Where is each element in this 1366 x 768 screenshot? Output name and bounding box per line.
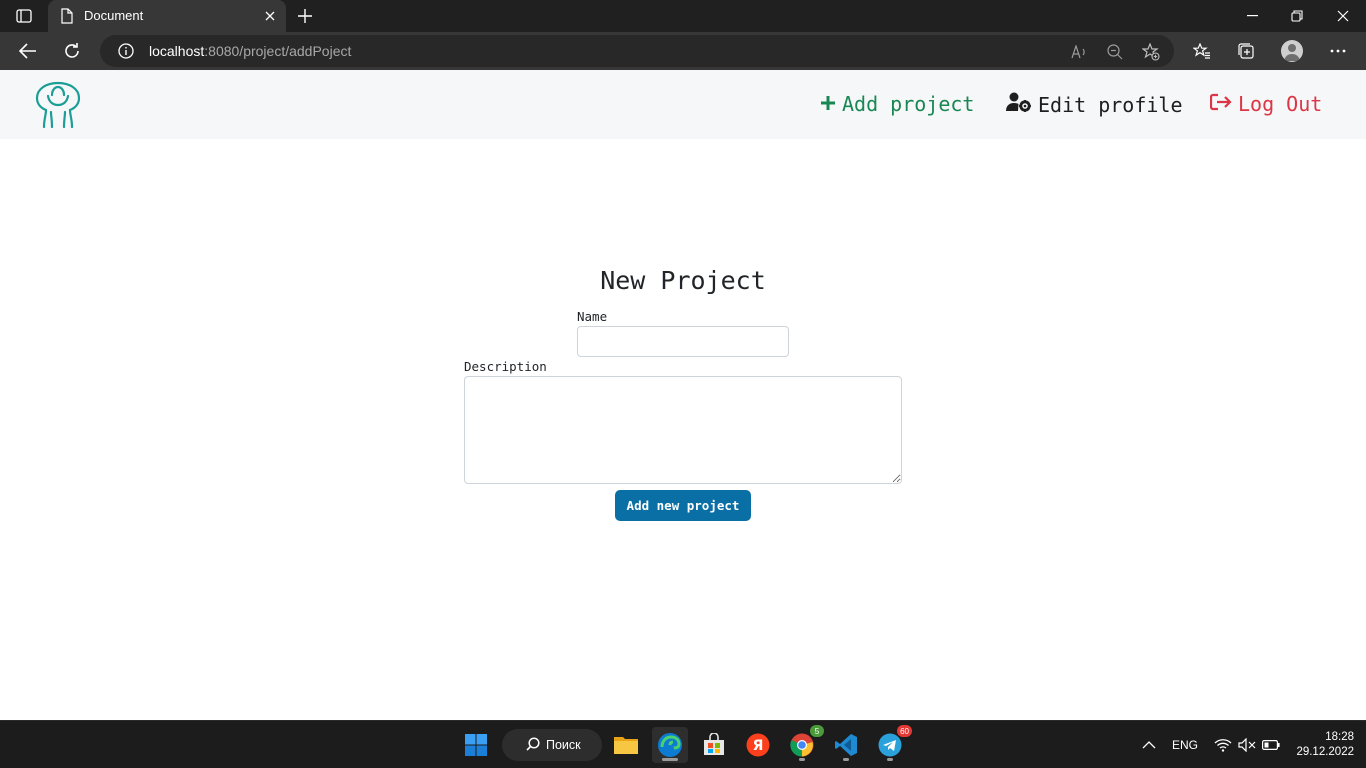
url-text: localhost:8080/project/addPoject xyxy=(149,43,351,59)
sign-out-icon xyxy=(1209,92,1232,116)
site-info-icon[interactable] xyxy=(118,43,134,64)
close-tab-icon[interactable] xyxy=(262,8,278,24)
svg-text:Я: Я xyxy=(753,738,764,754)
search-icon xyxy=(526,736,540,754)
log-out-link[interactable]: Log Out xyxy=(1209,92,1323,116)
chrome-badge: 5 xyxy=(810,725,824,737)
edge-browser-icon[interactable] xyxy=(652,727,688,763)
vscode-icon[interactable] xyxy=(828,727,864,763)
show-hidden-icons-icon[interactable] xyxy=(1142,721,1156,768)
document-icon xyxy=(60,8,74,29)
description-label: Description xyxy=(464,359,547,374)
plus-icon xyxy=(820,92,836,116)
add-project-label: Add project xyxy=(842,92,975,116)
read-aloud-icon[interactable] xyxy=(1070,43,1088,61)
url-path: :8080/project/addPoject xyxy=(204,43,352,59)
edit-profile-link[interactable]: Edit profile xyxy=(1006,92,1183,117)
add-new-project-button[interactable]: Add new project xyxy=(615,490,751,521)
refresh-icon[interactable] xyxy=(58,38,86,64)
taskbar-search[interactable]: Поиск xyxy=(502,729,602,761)
page-viewport: Add project Edit profile Log Out New Pro… xyxy=(0,70,1366,720)
collections-icon[interactable] xyxy=(1232,38,1260,64)
telegram-icon[interactable]: 60 xyxy=(872,725,912,763)
zoom-out-icon[interactable] xyxy=(1106,43,1124,61)
language-indicator[interactable]: ENG xyxy=(1172,721,1198,768)
profile-avatar[interactable] xyxy=(1281,40,1303,62)
name-label: Name xyxy=(577,309,608,324)
app-header: Add project Edit profile Log Out xyxy=(0,70,1366,139)
yandex-browser-icon[interactable]: Я xyxy=(740,727,776,763)
close-window-icon[interactable] xyxy=(1320,0,1366,32)
clock-time: 18:28 xyxy=(1325,731,1354,743)
hands-up-person-logo-icon[interactable] xyxy=(30,81,86,134)
taskbar: Поиск Я 5 60 ENG 18:28 29.12.2022 xyxy=(0,720,1366,768)
system-clock[interactable]: 18:28 29.12.2022 xyxy=(1290,730,1354,760)
running-indicator xyxy=(887,758,893,761)
name-input[interactable] xyxy=(577,326,789,357)
log-out-label: Log Out xyxy=(1238,92,1323,116)
search-label: Поиск xyxy=(546,738,581,752)
minimize-icon[interactable] xyxy=(1229,0,1275,32)
user-gear-icon xyxy=(1006,92,1032,117)
running-indicator xyxy=(843,758,849,761)
tab-title: Document xyxy=(84,8,144,23)
active-indicator xyxy=(662,758,678,761)
address-bar[interactable]: localhost:8080/project/addPoject xyxy=(100,35,1174,67)
add-project-link[interactable]: Add project xyxy=(820,92,974,116)
add-favorite-icon[interactable] xyxy=(1142,43,1160,61)
page-title: New Project xyxy=(600,266,766,295)
wifi-icon[interactable] xyxy=(1214,721,1232,768)
browser-toolbar: localhost:8080/project/addPoject xyxy=(0,32,1366,70)
favorites-icon[interactable] xyxy=(1188,38,1216,64)
browser-tab[interactable]: Document xyxy=(48,0,286,32)
windows-start-icon[interactable] xyxy=(458,727,494,763)
edit-profile-label: Edit profile xyxy=(1038,92,1183,117)
restore-icon[interactable] xyxy=(1274,0,1320,32)
description-textarea[interactable] xyxy=(464,376,902,484)
battery-icon[interactable] xyxy=(1262,721,1280,768)
tab-actions-icon[interactable] xyxy=(10,6,38,26)
chrome-icon[interactable]: 5 xyxy=(784,725,824,763)
telegram-badge: 60 xyxy=(897,725,912,737)
more-menu-icon[interactable] xyxy=(1324,38,1352,64)
running-indicator xyxy=(799,758,805,761)
url-host: localhost xyxy=(149,43,205,59)
clock-date: 29.12.2022 xyxy=(1296,746,1354,758)
microsoft-store-icon[interactable] xyxy=(696,727,732,763)
new-tab-icon[interactable] xyxy=(294,5,316,27)
file-explorer-icon[interactable] xyxy=(608,727,644,763)
volume-muted-icon[interactable] xyxy=(1238,721,1256,768)
browser-tabstrip: Document xyxy=(0,0,1366,32)
back-arrow-icon[interactable] xyxy=(14,38,42,64)
